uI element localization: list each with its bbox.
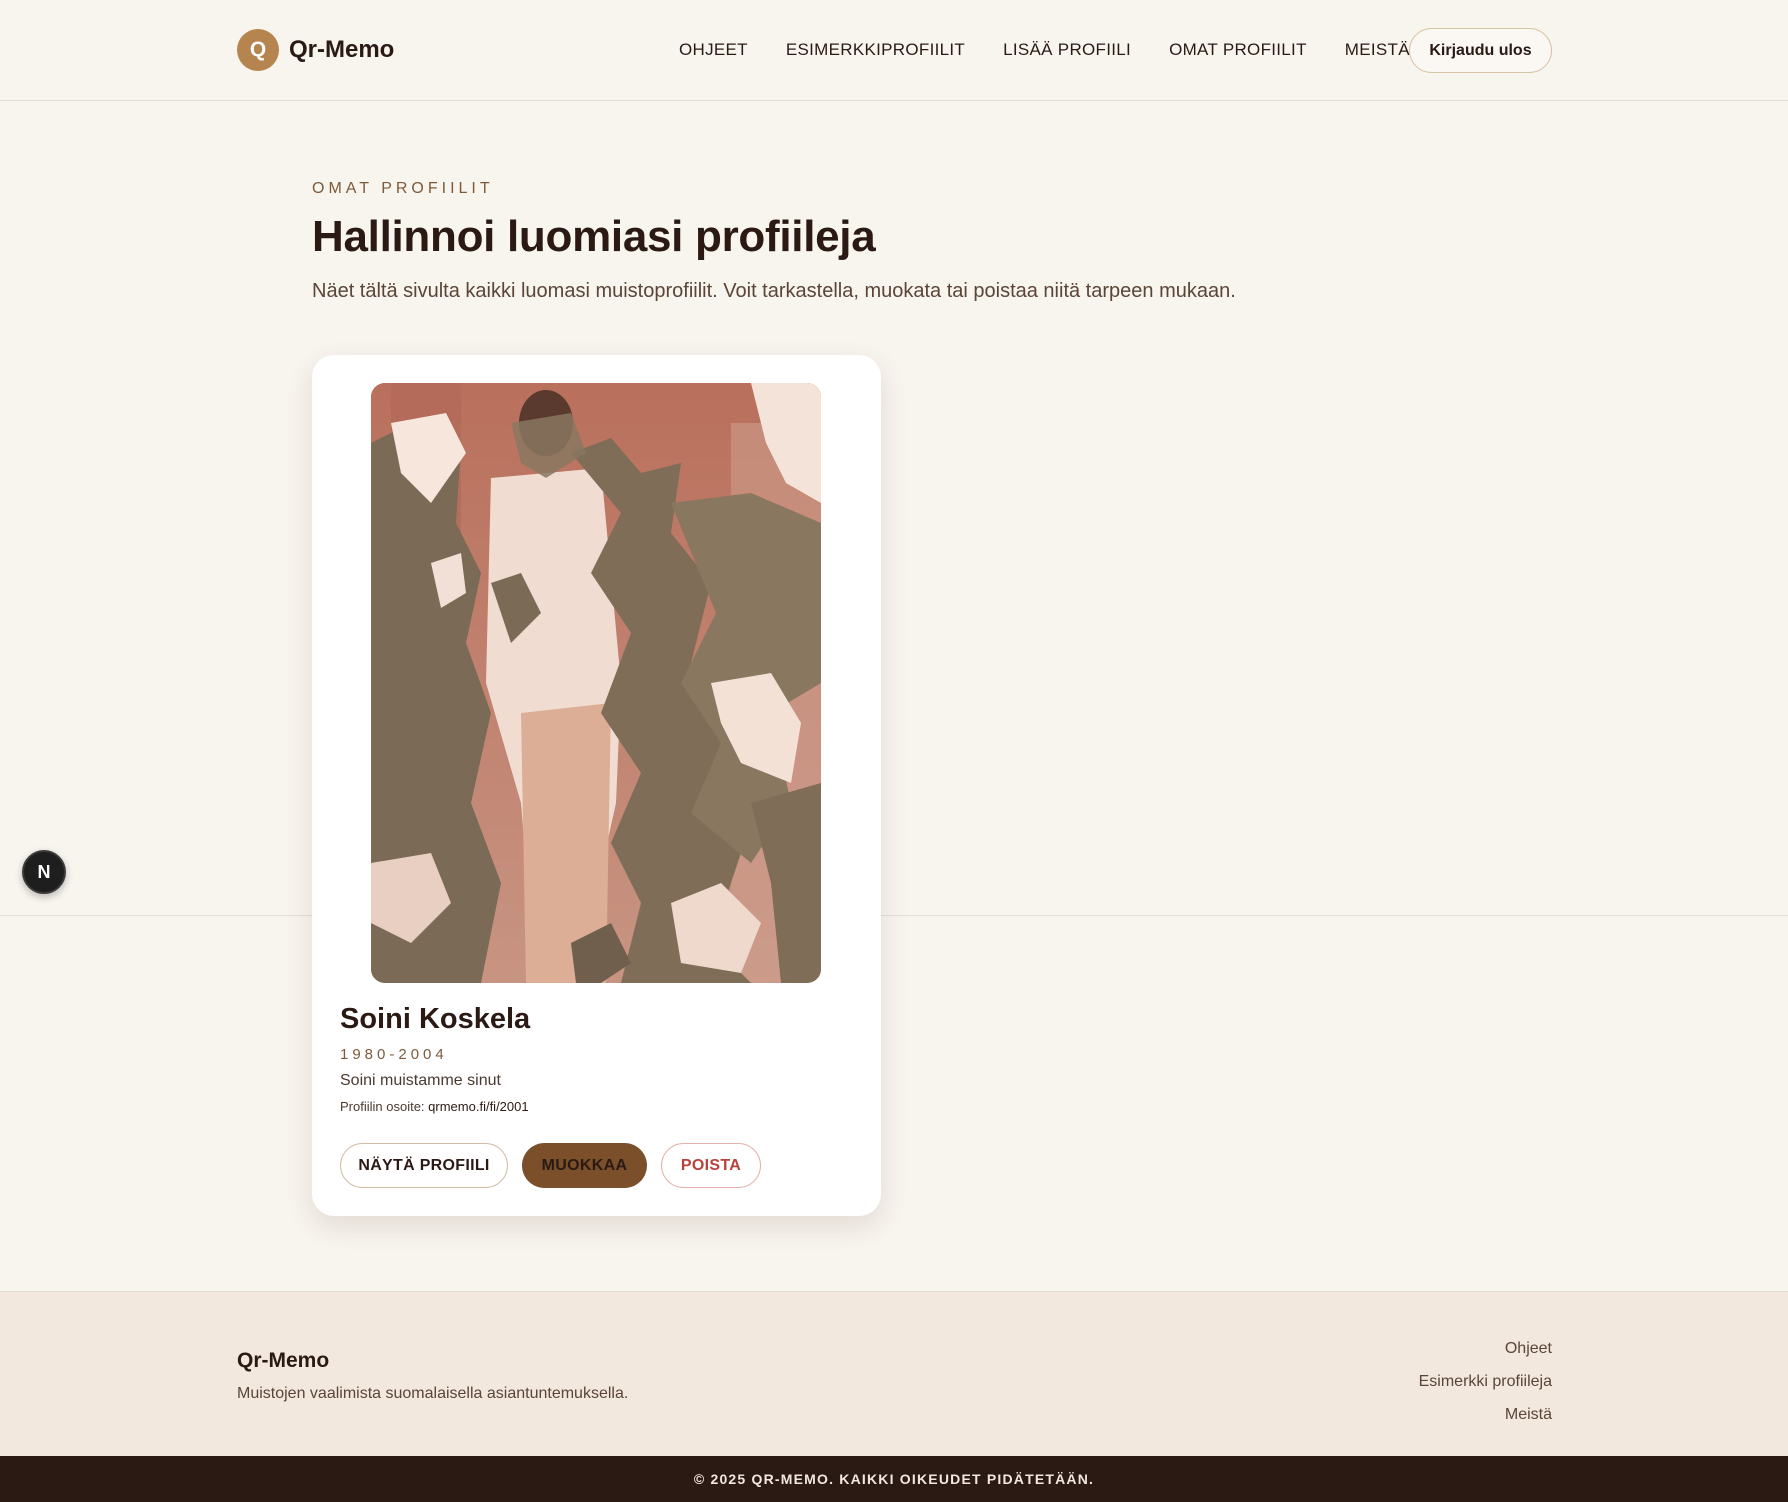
- edit-profile-button[interactable]: MUOKKAA: [522, 1143, 647, 1188]
- n-badge-icon[interactable]: N: [22, 850, 66, 894]
- nav-ohjeet[interactable]: OHJEET: [679, 40, 748, 60]
- profile-name: Soini Koskela: [340, 1003, 531, 1035]
- profile-photo-image: [371, 383, 821, 983]
- profile-url-label: Profiilin osoite:: [340, 1099, 425, 1114]
- section-eyebrow: OMAT PROFIILIT: [312, 180, 494, 197]
- nav-esimerkkiprofiilit[interactable]: ESIMERKKIPROFIILIT: [786, 40, 965, 60]
- logout-button[interactable]: Kirjaudu ulos: [1409, 28, 1552, 73]
- copyright-bar: © 2025 QR-MEMO. KAIKKI OIKEUDET PIDÄTETÄ…: [0, 1456, 1788, 1502]
- view-profile-button[interactable]: NÄYTÄ PROFIILI: [340, 1143, 508, 1188]
- nav-omat-profiilit[interactable]: OMAT PROFIILIT: [1169, 40, 1307, 60]
- footer-link-ohjeet[interactable]: Ohjeet: [1419, 1332, 1552, 1365]
- profile-photo: [371, 383, 821, 983]
- page-description: Näet tältä sivulta kaikki luomasi muisto…: [312, 280, 1236, 302]
- main-nav: OHJEET ESIMERKKIPROFIILIT LISÄÄ PROFIILI…: [679, 40, 1448, 60]
- profile-url: Profiilin osoite: qrmemo.fi/fi/2001: [340, 1099, 529, 1114]
- nav-lisaa-profiili[interactable]: LISÄÄ PROFIILI: [1003, 40, 1131, 60]
- profile-card: Soini Koskela 1980-2004 Soini muistamme …: [312, 355, 881, 1216]
- divider: [0, 915, 1788, 916]
- logo-text: Qr-Memo: [289, 36, 395, 63]
- footer-tagline: Muistojen vaalimista suomalaisella asian…: [237, 1385, 629, 1402]
- nav-meista[interactable]: MEISTÄ: [1345, 40, 1410, 60]
- profile-years: 1980-2004: [340, 1046, 448, 1063]
- page-title: Hallinnoi luomiasi profiileja: [312, 212, 876, 261]
- logo-badge-icon: Q: [237, 29, 279, 71]
- delete-profile-button[interactable]: POISTA: [661, 1143, 761, 1188]
- profile-url-value[interactable]: qrmemo.fi/fi/2001: [428, 1099, 528, 1114]
- footer-brand: Qr-Memo: [237, 1349, 330, 1372]
- site-footer: Qr-Memo Muistojen vaalimista suomalaisel…: [0, 1291, 1788, 1456]
- footer-link-esimerkki-profiileja[interactable]: Esimerkki profiileja: [1419, 1365, 1552, 1398]
- site-logo[interactable]: Q Qr-Memo: [237, 29, 394, 71]
- profile-message: Soini muistamme sinut: [340, 1072, 501, 1089]
- footer-link-meista[interactable]: Meistä: [1419, 1398, 1552, 1431]
- site-header: Q Qr-Memo OHJEET ESIMERKKIPROFIILIT LISÄ…: [0, 0, 1788, 101]
- footer-links: Ohjeet Esimerkki profiileja Meistä: [1419, 1332, 1552, 1431]
